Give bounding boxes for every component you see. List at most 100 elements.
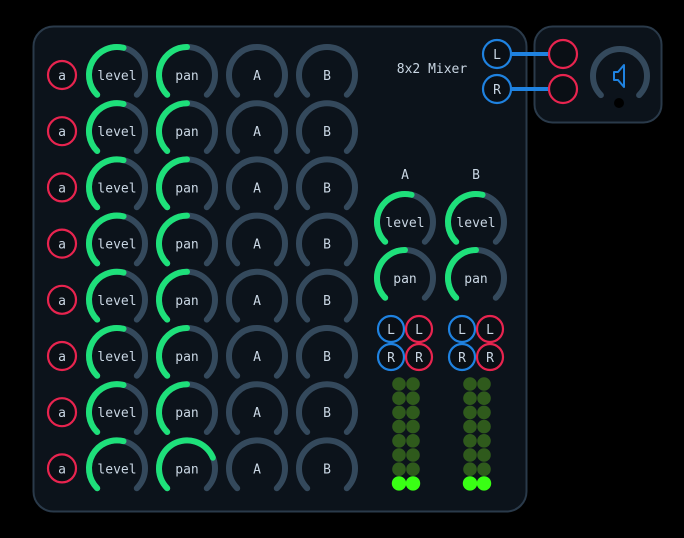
channel-input-2[interactable]: a [46,116,78,147]
meter-led [392,405,406,420]
meter-led [463,391,477,406]
meter-led [405,476,421,491]
meter-led [392,448,406,462]
port-label: L [415,323,423,338]
knob-label: B [323,406,331,421]
bus-b-output-3[interactable]: R [447,342,477,372]
knob-label: B [323,462,331,477]
channel-input-1[interactable]: a [46,59,78,91]
port-label: a [58,350,66,365]
knob-label: pan [175,125,198,140]
knob-label: A [253,294,261,309]
knob-label: pan [175,294,198,309]
meter-led [477,405,491,420]
channel-input-6[interactable]: a [46,340,78,372]
meter-led [406,405,420,420]
channel-input-3[interactable]: a [46,172,78,203]
port-label: L [486,323,494,338]
mixer-canvas: 8x2 Mixer a level pan A Ba level pan A Ba level pa… [32,25,663,513]
meter-led [462,476,478,491]
knob-label: A [253,69,261,84]
port-ring [547,73,579,105]
knob-label: level [97,125,136,140]
bus-a-output-4[interactable]: R [404,342,434,372]
knob-label: B [323,350,331,365]
meter-led [406,391,420,406]
knob-label: pan [175,181,198,196]
knob-label: A [253,238,261,253]
knob-label: level [97,350,136,365]
meter-led [463,377,477,391]
knob-label: level [456,216,495,231]
port-label: R [387,351,395,366]
meter-led [463,448,477,462]
bus-a-output-2[interactable]: L [404,314,434,344]
port-ring [547,38,579,70]
speaker-panel [533,25,663,124]
knob-label: level [385,216,424,231]
channel-input-7[interactable]: a [46,397,78,428]
meter-led [463,405,477,420]
knob-label: pan [175,69,198,84]
knob-label: B [323,294,331,309]
speaker-input-left[interactable] [547,38,579,70]
knob-label: pan [175,350,198,365]
meter-led [463,434,477,448]
port-label: a [58,181,66,196]
port-label: L [387,323,395,338]
bus-a-output-1[interactable]: L [376,314,406,344]
bus-b-output-1[interactable]: L [447,314,477,344]
port-label: a [58,238,66,253]
knob-label: pan [464,272,487,287]
bus-b-output-2[interactable]: L [475,314,505,344]
mixer-title: 8x2 Mixer [397,62,468,77]
knob-label: level [97,462,136,477]
knob-label: level [97,406,136,421]
knob-label: A [253,406,261,421]
channel-input-8[interactable]: a [46,453,78,484]
meter-led [392,434,406,448]
knob-label: pan [175,462,198,477]
port-label: R [458,351,466,366]
knob-label: pan [175,238,198,253]
port-label: a [58,406,66,421]
meter-led [406,419,420,434]
port-label: a [58,462,66,477]
port-label: a [58,125,66,140]
meter-led [406,448,420,462]
meter-led [477,448,491,462]
bus-header-a: A [401,168,409,183]
speaker-indicator [614,98,624,108]
meter-led [477,391,491,406]
meter-led [476,476,492,491]
speaker-input-right[interactable] [547,73,579,105]
knob-label: B [323,181,331,196]
bus-b-output-4[interactable]: R [475,342,505,372]
knob-label: level [97,238,136,253]
meter-led [477,419,491,434]
main-out-left[interactable]: L [481,38,513,70]
channel-input-4[interactable]: a [46,228,78,259]
knob-label: A [253,181,261,196]
channel-input-5[interactable]: a [46,284,78,315]
knob-label: A [253,125,261,140]
knob-label: level [97,181,136,196]
meter-led [406,434,420,448]
port-label: R [415,351,423,366]
meter-led [391,476,407,491]
knob-label: level [97,294,136,309]
main-out-right[interactable]: R [481,73,513,105]
bus-a-output-3[interactable]: R [376,342,406,372]
port-label: a [58,294,66,309]
meter-led [392,419,406,434]
meter-led [392,377,406,391]
knob-label: B [323,69,331,84]
bus-header-b: B [472,168,480,183]
meter-led [477,462,491,477]
knob-label: level [97,69,136,84]
knob-label: A [253,350,261,365]
port-label: R [486,351,494,366]
meter-led [392,391,406,406]
port-label: R [493,83,501,98]
knob-label: A [253,462,261,477]
